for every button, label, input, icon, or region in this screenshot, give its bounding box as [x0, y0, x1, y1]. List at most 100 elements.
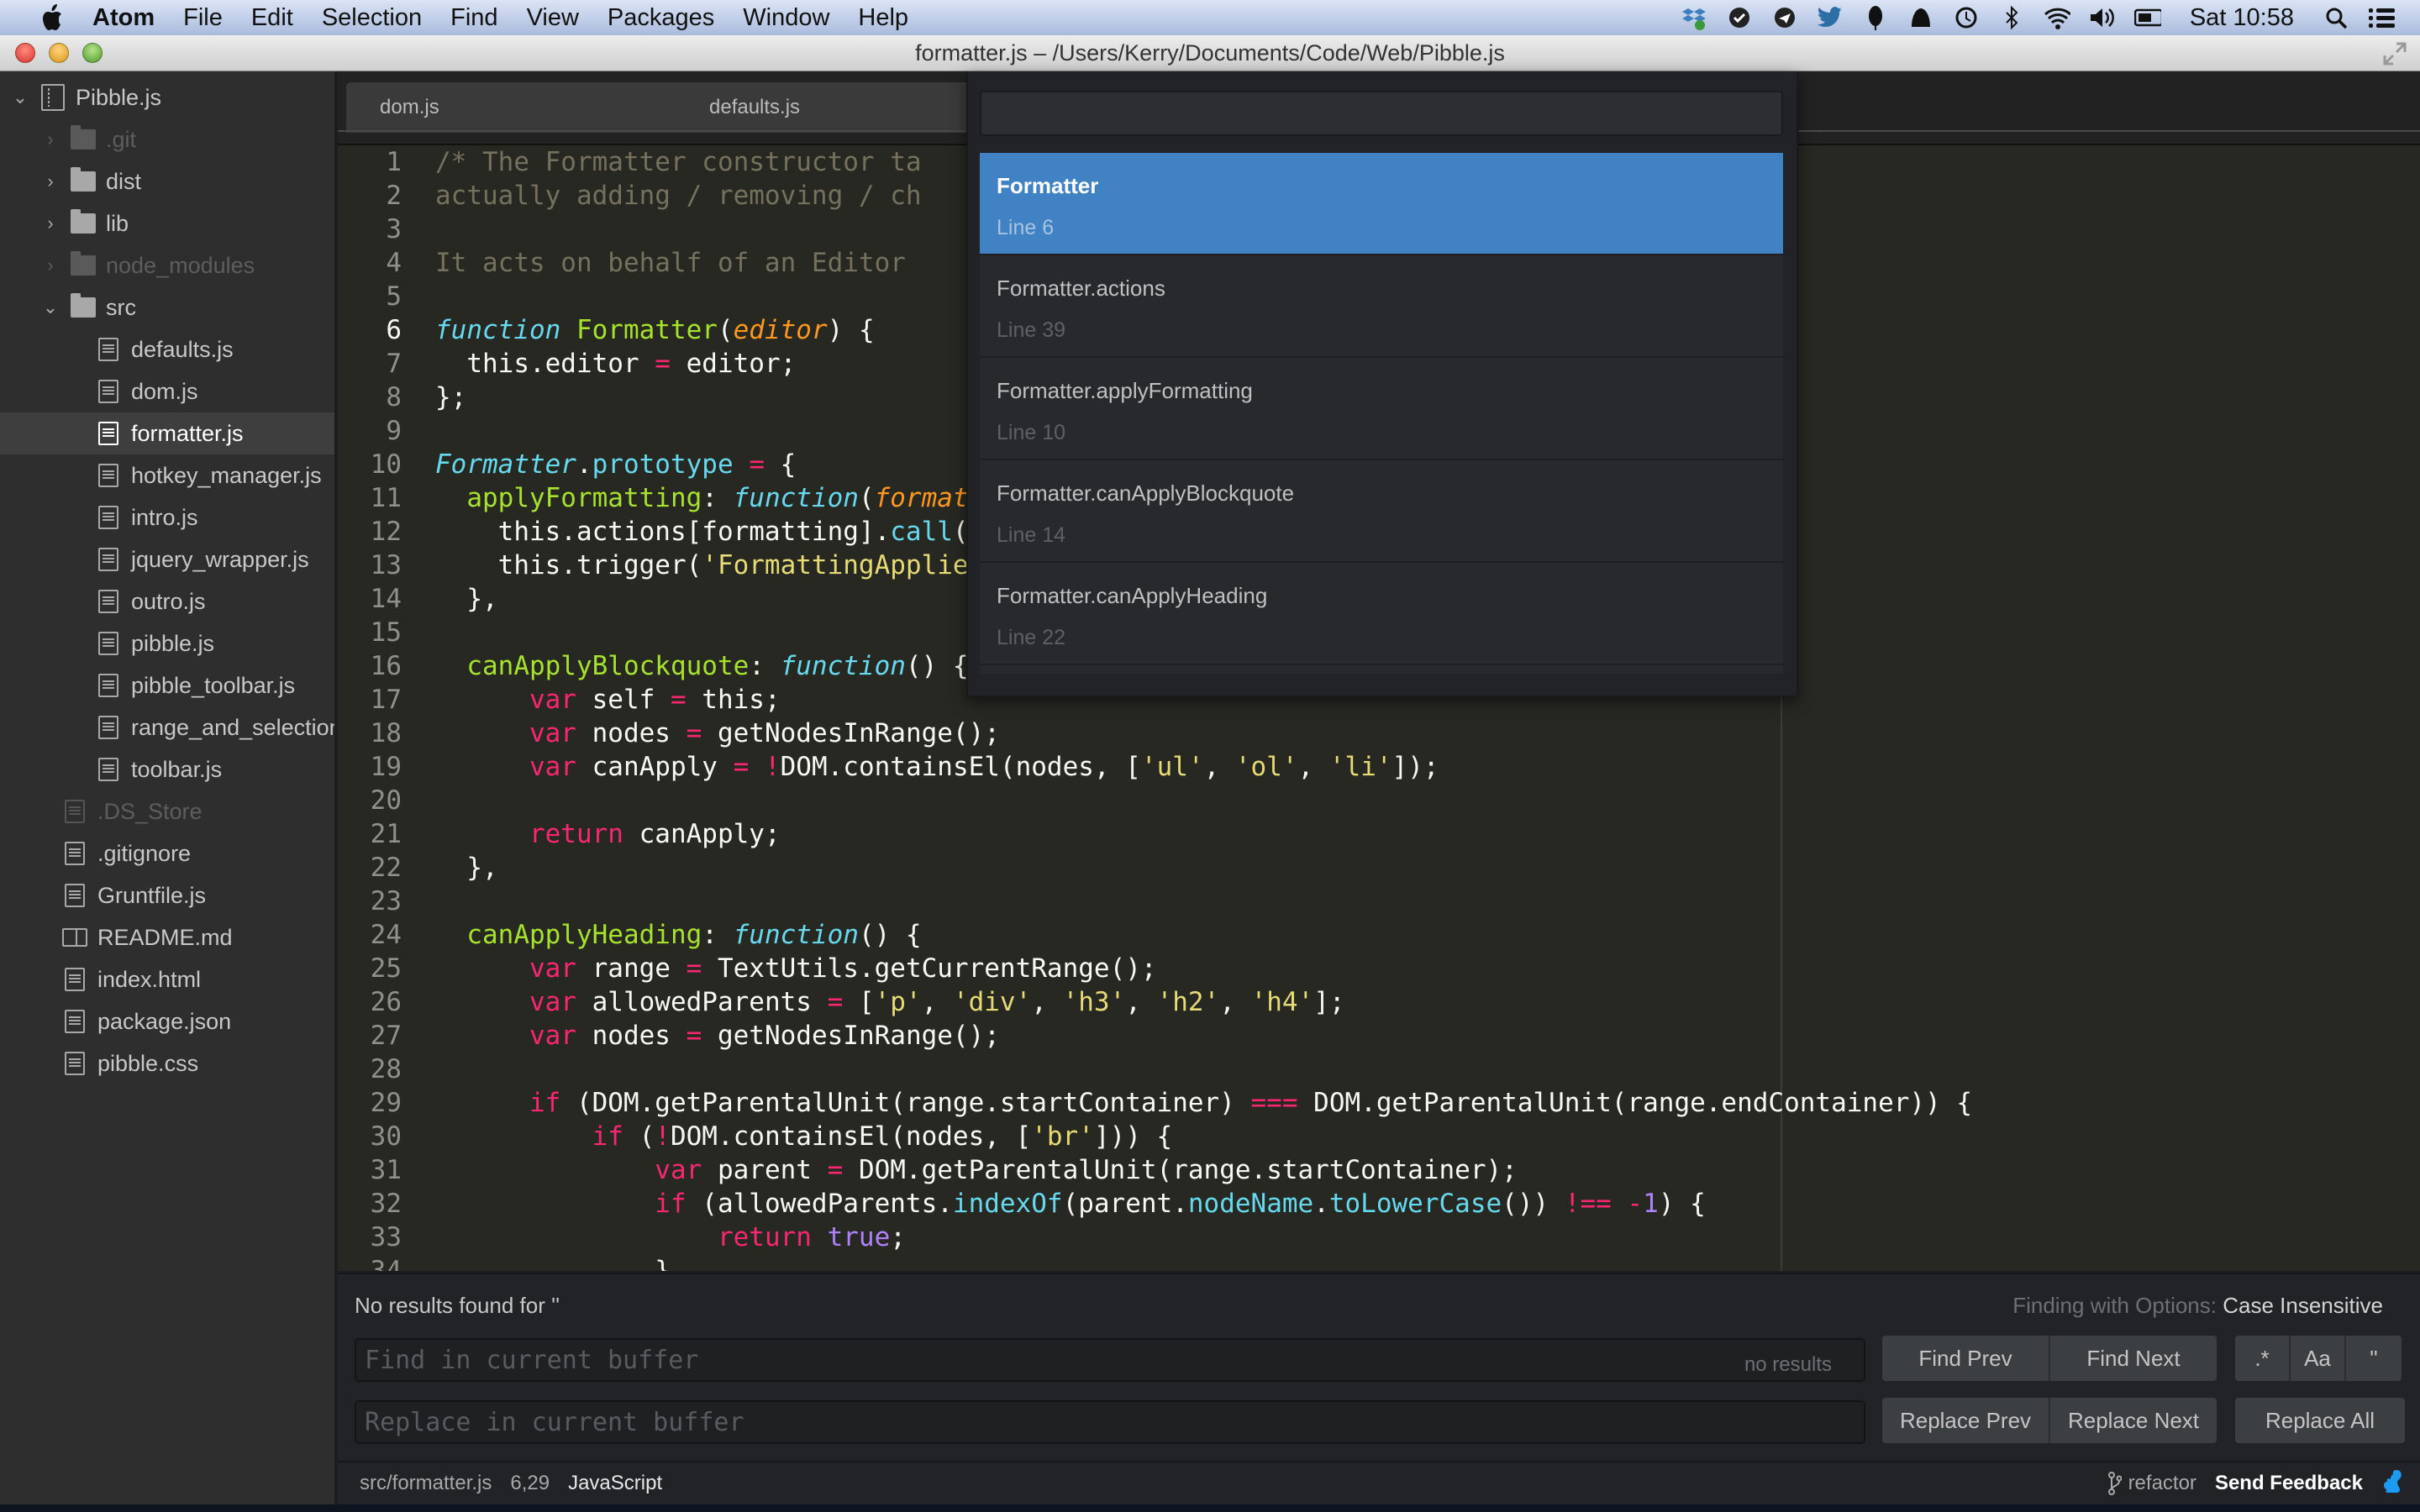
case-sensitive-toggle-button[interactable]: Aa	[2291, 1336, 2346, 1381]
tree-file[interactable]: intro.js	[0, 496, 334, 538]
tree-file[interactable]: pibble.js	[0, 622, 334, 664]
zoom-window-button[interactable]	[82, 43, 103, 63]
code-line[interactable]: if (DOM.getParentalUnit(range.startConta…	[435, 1086, 2420, 1120]
code-line[interactable]: var allowedParents = ['p', 'div', 'h3', …	[435, 985, 2420, 1019]
symbol-list-item[interactable]: Formatter.canApplyHeading Line 22	[980, 563, 1783, 665]
tree-file[interactable]: dom.js	[0, 370, 334, 412]
tree-file[interactable]: .gitignore	[0, 832, 334, 874]
bluetooth-icon[interactable]	[1998, 4, 2025, 31]
evernote-icon[interactable]	[1862, 4, 1889, 31]
chevron-right-icon[interactable]: ›	[42, 213, 59, 234]
chevron-right-icon[interactable]: ›	[42, 255, 59, 276]
chevron-right-icon[interactable]: ›	[42, 129, 59, 150]
apple-menu-icon[interactable]	[32, 3, 71, 32]
replace-next-button[interactable]: Replace Next	[2050, 1398, 2217, 1443]
code-line[interactable]: var nodes = getNodesInRange();	[435, 717, 2420, 750]
tree-file[interactable]: hotkey_manager.js	[0, 454, 334, 496]
tree-file[interactable]: Gruntfile.js	[0, 874, 334, 916]
chevron-right-icon[interactable]: ›	[42, 171, 59, 192]
menu-file[interactable]: File	[183, 4, 223, 32]
status-cursor-position[interactable]: 6,29	[510, 1472, 550, 1495]
status-grammar[interactable]: JavaScript	[568, 1472, 662, 1495]
code-line[interactable]: }	[435, 1254, 2420, 1271]
symbol-list-item[interactable]: Formatter Line 6	[980, 153, 1783, 255]
chevron-down-icon[interactable]: ⌄	[42, 297, 59, 318]
tree-file[interactable]: jquery_wrapper.js	[0, 538, 334, 580]
airmail-icon[interactable]	[1771, 4, 1798, 31]
replace-input[interactable]	[355, 1400, 1865, 1444]
dropbox-icon[interactable]	[1681, 4, 1707, 31]
tree-folder[interactable]: › .git	[0, 118, 334, 160]
code-line[interactable]: var canApply = !DOM.containsEl(nodes, ['…	[435, 750, 2420, 784]
menu-view[interactable]: View	[527, 4, 579, 32]
menu-edit[interactable]: Edit	[251, 4, 293, 32]
replace-prev-button[interactable]: Replace Prev	[1882, 1398, 2050, 1443]
find-next-button[interactable]: Find Next	[2050, 1336, 2217, 1381]
tree-file[interactable]: outro.js	[0, 580, 334, 622]
tree-file[interactable]: .DS_Store	[0, 790, 334, 832]
tree-file[interactable]: toolbar.js	[0, 748, 334, 790]
skype-icon[interactable]	[1726, 4, 1753, 31]
tree-file[interactable]: formatter.js	[0, 412, 334, 454]
code-line[interactable]: if (allowedParents.indexOf(parent.nodeNa…	[435, 1187, 2420, 1221]
time-machine-icon[interactable]	[1953, 4, 1980, 31]
code-line[interactable]	[435, 784, 2420, 817]
menu-selection[interactable]: Selection	[322, 4, 422, 32]
tree-file[interactable]: range_and_selection	[0, 706, 334, 748]
regex-toggle-button[interactable]: .*	[2235, 1336, 2291, 1381]
code-line[interactable]: },	[435, 851, 2420, 885]
tree-file[interactable]: README.md	[0, 916, 334, 958]
whole-word-toggle-button[interactable]: "	[2346, 1336, 2402, 1381]
tree-folder[interactable]: › lib	[0, 202, 334, 244]
tree-project-root[interactable]: ⌄ Pibble.js	[0, 76, 334, 118]
close-window-button[interactable]	[15, 43, 35, 63]
git-branch[interactable]: refactor	[2107, 1472, 2196, 1495]
wifi-icon[interactable]	[2044, 4, 2070, 31]
battery-icon[interactable]	[2133, 4, 2161, 31]
menu-find[interactable]: Find	[450, 4, 497, 32]
menu-app-atom[interactable]: Atom	[92, 4, 155, 32]
code-line[interactable]	[435, 885, 2420, 918]
tab-defaults-js[interactable]: defaults.js	[671, 82, 990, 133]
notification-center-icon[interactable]	[2368, 4, 2395, 31]
symbol-list-item[interactable]: Formatter.actions Line 39	[980, 255, 1783, 358]
tree-file[interactable]: pibble.css	[0, 1042, 334, 1084]
code-line[interactable]: canApplyHeading: function() {	[435, 918, 2420, 952]
tab-dom-js[interactable]: dom.js ×	[346, 82, 699, 133]
tree-file[interactable]: package.json	[0, 1000, 334, 1042]
send-feedback-link[interactable]: Send Feedback	[2215, 1472, 2363, 1495]
growl-icon[interactable]	[1907, 4, 1934, 31]
code-line[interactable]: var nodes = getNodesInRange();	[435, 1019, 2420, 1053]
code-line[interactable]: if (!DOM.containsEl(nodes, ['br'])) {	[435, 1120, 2420, 1153]
find-prev-button[interactable]: Find Prev	[1882, 1336, 2050, 1381]
menu-help[interactable]: Help	[858, 4, 908, 32]
tree-file[interactable]: defaults.js	[0, 328, 334, 370]
tree-folder[interactable]: › dist	[0, 160, 334, 202]
code-line[interactable]: var parent = DOM.getParentalUnit(range.s…	[435, 1153, 2420, 1187]
symbol-list-item[interactable]	[980, 665, 1783, 674]
symbol-list-item[interactable]: Formatter.canApplyBlockquote Line 14	[980, 460, 1783, 563]
menu-packages[interactable]: Packages	[608, 4, 714, 32]
code-line[interactable]	[435, 1053, 2420, 1086]
minimize-window-button[interactable]	[49, 43, 69, 63]
symbol-list-item[interactable]: Formatter.applyFormatting Line 10	[980, 358, 1783, 460]
squirrel-icon[interactable]	[2381, 1468, 2403, 1499]
spotlight-search-icon[interactable]	[2323, 4, 2349, 31]
tree-folder[interactable]: ⌄ src	[0, 286, 334, 328]
tree-file[interactable]: index.html	[0, 958, 334, 1000]
code-line[interactable]: var range = TextUtils.getCurrentRange();	[435, 952, 2420, 985]
fullscreen-icon[interactable]	[2383, 42, 2407, 66]
code-line[interactable]: return canApply;	[435, 817, 2420, 851]
find-input[interactable]	[355, 1338, 1865, 1382]
code-line[interactable]: return true;	[435, 1221, 2420, 1254]
status-bar: src/formatter.js 6,29 JavaScript refacto…	[338, 1461, 2420, 1504]
menu-window[interactable]: Window	[743, 4, 829, 32]
twitter-icon[interactable]	[1817, 4, 1844, 31]
tree-file[interactable]: pibble_toolbar.js	[0, 664, 334, 706]
volume-icon[interactable]	[2089, 4, 2116, 31]
status-file-path[interactable]: src/formatter.js	[360, 1472, 492, 1495]
symbol-filter-input[interactable]	[980, 91, 1783, 136]
menu-clock[interactable]: Sat 10:58	[2190, 4, 2294, 32]
tree-folder[interactable]: › node_modules	[0, 244, 334, 286]
replace-all-button[interactable]: Replace All	[2235, 1398, 2405, 1443]
